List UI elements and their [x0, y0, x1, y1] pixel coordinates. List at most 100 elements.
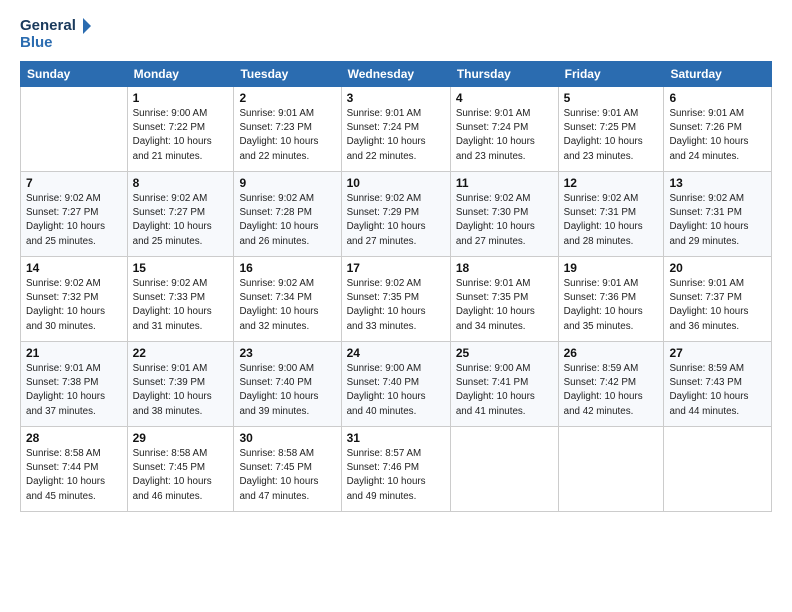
- day-info: Sunrise: 8:59 AM Sunset: 7:43 PM Dayligh…: [669, 362, 766, 419]
- day-number: 18: [456, 261, 553, 275]
- week-row-2: 7Sunrise: 9:02 AM Sunset: 7:27 PM Daylig…: [21, 172, 772, 257]
- day-info: Sunrise: 9:01 AM Sunset: 7:38 PM Dayligh…: [26, 362, 122, 419]
- day-number: 2: [239, 91, 335, 105]
- day-number: 9: [239, 176, 335, 190]
- day-cell: 17 Sunrise: 9:02 AM Sunset: 7:35 PM Dayli…: [341, 257, 450, 342]
- week-row-4: 21 Sunrise: 9:01 AM Sunset: 7:38 PM Dayli…: [21, 342, 772, 427]
- weekday-header-row: SundayMondayTuesdayWednesdayThursdayFrid…: [21, 62, 772, 87]
- week-row-5: 28 Sunrise: 8:58 AM Sunset: 7:44 PM Dayli…: [21, 427, 772, 512]
- day-cell: 19Sunrise: 9:01 AM Sunset: 7:36 PM Dayli…: [558, 257, 664, 342]
- day-number: 28: [26, 431, 122, 445]
- day-info: Sunrise: 8:58 AM Sunset: 7:44 PM Dayligh…: [26, 447, 122, 504]
- logo: General Blue: [20, 18, 95, 51]
- day-info: Sunrise: 9:01 AM Sunset: 7:36 PM Dayligh…: [564, 277, 659, 334]
- day-number: 17: [347, 261, 445, 275]
- day-cell: 14 Sunrise: 9:02 AM Sunset: 7:32 PM Dayli…: [21, 257, 128, 342]
- day-info: Sunrise: 8:57 AM Sunset: 7:46 PM Dayligh…: [347, 447, 445, 504]
- day-info: Sunrise: 9:01 AM Sunset: 7:39 PM Dayligh…: [133, 362, 229, 419]
- day-cell: 12Sunrise: 9:02 AM Sunset: 7:31 PM Dayli…: [558, 172, 664, 257]
- day-info: Sunrise: 9:00 AM Sunset: 7:22 PM Dayligh…: [133, 107, 229, 164]
- weekday-sunday: Sunday: [21, 62, 128, 87]
- day-cell: 1 Sunrise: 9:00 AM Sunset: 7:22 PM Daylig…: [127, 87, 234, 172]
- day-info: Sunrise: 9:02 AM Sunset: 7:28 PM Dayligh…: [239, 192, 335, 249]
- day-number: 23: [239, 346, 335, 360]
- day-cell: 21 Sunrise: 9:01 AM Sunset: 7:38 PM Dayli…: [21, 342, 128, 427]
- weekday-wednesday: Wednesday: [341, 62, 450, 87]
- day-number: 24: [347, 346, 445, 360]
- day-number: 31: [347, 431, 445, 445]
- day-cell: 28 Sunrise: 8:58 AM Sunset: 7:44 PM Dayli…: [21, 427, 128, 512]
- day-number: 30: [239, 431, 335, 445]
- day-info: Sunrise: 9:02 AM Sunset: 7:30 PM Dayligh…: [456, 192, 553, 249]
- day-cell: 7Sunrise: 9:02 AM Sunset: 7:27 PM Daylig…: [21, 172, 128, 257]
- week-row-3: 14 Sunrise: 9:02 AM Sunset: 7:32 PM Dayli…: [21, 257, 772, 342]
- day-cell: [450, 427, 558, 512]
- day-info: Sunrise: 9:02 AM Sunset: 7:33 PM Dayligh…: [133, 277, 229, 334]
- day-number: 11: [456, 176, 553, 190]
- day-number: 1: [133, 91, 229, 105]
- logo-blue: Blue: [20, 35, 95, 52]
- day-info: Sunrise: 9:02 AM Sunset: 7:32 PM Dayligh…: [26, 277, 122, 334]
- day-number: 6: [669, 91, 766, 105]
- day-info: Sunrise: 8:59 AM Sunset: 7:42 PM Dayligh…: [564, 362, 659, 419]
- day-number: 13: [669, 176, 766, 190]
- day-number: 4: [456, 91, 553, 105]
- day-info: Sunrise: 9:01 AM Sunset: 7:37 PM Dayligh…: [669, 277, 766, 334]
- day-number: 10: [347, 176, 445, 190]
- day-info: Sunrise: 9:01 AM Sunset: 7:23 PM Dayligh…: [239, 107, 335, 164]
- day-cell: 22 Sunrise: 9:01 AM Sunset: 7:39 PM Dayli…: [127, 342, 234, 427]
- day-cell: 9 Sunrise: 9:02 AM Sunset: 7:28 PM Daylig…: [234, 172, 341, 257]
- weekday-thursday: Thursday: [450, 62, 558, 87]
- day-info: Sunrise: 9:00 AM Sunset: 7:41 PM Dayligh…: [456, 362, 553, 419]
- logo-general: General: [20, 18, 95, 35]
- day-info: Sunrise: 9:01 AM Sunset: 7:24 PM Dayligh…: [347, 107, 445, 164]
- day-number: 20: [669, 261, 766, 275]
- day-info: Sunrise: 8:58 AM Sunset: 7:45 PM Dayligh…: [239, 447, 335, 504]
- day-info: Sunrise: 9:01 AM Sunset: 7:26 PM Dayligh…: [669, 107, 766, 164]
- day-cell: 13 Sunrise: 9:02 AM Sunset: 7:31 PM Dayli…: [664, 172, 772, 257]
- day-cell: [664, 427, 772, 512]
- day-info: Sunrise: 9:02 AM Sunset: 7:27 PM Dayligh…: [26, 192, 122, 249]
- day-number: 21: [26, 346, 122, 360]
- day-cell: 4 Sunrise: 9:01 AM Sunset: 7:24 PM Daylig…: [450, 87, 558, 172]
- day-cell: 30 Sunrise: 8:58 AM Sunset: 7:45 PM Dayli…: [234, 427, 341, 512]
- day-info: Sunrise: 9:01 AM Sunset: 7:25 PM Dayligh…: [564, 107, 659, 164]
- day-number: 15: [133, 261, 229, 275]
- weekday-tuesday: Tuesday: [234, 62, 341, 87]
- weekday-friday: Friday: [558, 62, 664, 87]
- day-number: 25: [456, 346, 553, 360]
- day-number: 3: [347, 91, 445, 105]
- day-number: 12: [564, 176, 659, 190]
- day-info: Sunrise: 9:01 AM Sunset: 7:24 PM Dayligh…: [456, 107, 553, 164]
- day-number: 14: [26, 261, 122, 275]
- day-cell: 16Sunrise: 9:02 AM Sunset: 7:34 PM Dayli…: [234, 257, 341, 342]
- day-number: 22: [133, 346, 229, 360]
- page: General Blue SundayMondayTuesdayWednesda…: [0, 0, 792, 612]
- day-info: Sunrise: 9:02 AM Sunset: 7:27 PM Dayligh…: [133, 192, 229, 249]
- day-cell: 15 Sunrise: 9:02 AM Sunset: 7:33 PM Dayli…: [127, 257, 234, 342]
- day-cell: 27 Sunrise: 8:59 AM Sunset: 7:43 PM Dayli…: [664, 342, 772, 427]
- weekday-monday: Monday: [127, 62, 234, 87]
- day-info: Sunrise: 9:01 AM Sunset: 7:35 PM Dayligh…: [456, 277, 553, 334]
- weekday-saturday: Saturday: [664, 62, 772, 87]
- day-cell: 31 Sunrise: 8:57 AM Sunset: 7:46 PM Dayli…: [341, 427, 450, 512]
- week-row-1: 1 Sunrise: 9:00 AM Sunset: 7:22 PM Daylig…: [21, 87, 772, 172]
- day-cell: 24 Sunrise: 9:00 AM Sunset: 7:40 PM Dayli…: [341, 342, 450, 427]
- day-info: Sunrise: 9:02 AM Sunset: 7:35 PM Dayligh…: [347, 277, 445, 334]
- day-cell: 29 Sunrise: 8:58 AM Sunset: 7:45 PM Dayli…: [127, 427, 234, 512]
- day-number: 27: [669, 346, 766, 360]
- day-cell: 11 Sunrise: 9:02 AM Sunset: 7:30 PM Dayli…: [450, 172, 558, 257]
- day-cell: [558, 427, 664, 512]
- day-info: Sunrise: 9:02 AM Sunset: 7:31 PM Dayligh…: [669, 192, 766, 249]
- day-cell: 6 Sunrise: 9:01 AM Sunset: 7:26 PM Daylig…: [664, 87, 772, 172]
- day-info: Sunrise: 9:02 AM Sunset: 7:29 PM Dayligh…: [347, 192, 445, 249]
- day-info: Sunrise: 9:00 AM Sunset: 7:40 PM Dayligh…: [347, 362, 445, 419]
- day-number: 29: [133, 431, 229, 445]
- day-cell: [21, 87, 128, 172]
- day-cell: 25 Sunrise: 9:00 AM Sunset: 7:41 PM Dayli…: [450, 342, 558, 427]
- day-info: Sunrise: 8:58 AM Sunset: 7:45 PM Dayligh…: [133, 447, 229, 504]
- day-cell: 26Sunrise: 8:59 AM Sunset: 7:42 PM Dayli…: [558, 342, 664, 427]
- day-number: 8: [133, 176, 229, 190]
- day-cell: 23Sunrise: 9:00 AM Sunset: 7:40 PM Dayli…: [234, 342, 341, 427]
- day-cell: 8 Sunrise: 9:02 AM Sunset: 7:27 PM Daylig…: [127, 172, 234, 257]
